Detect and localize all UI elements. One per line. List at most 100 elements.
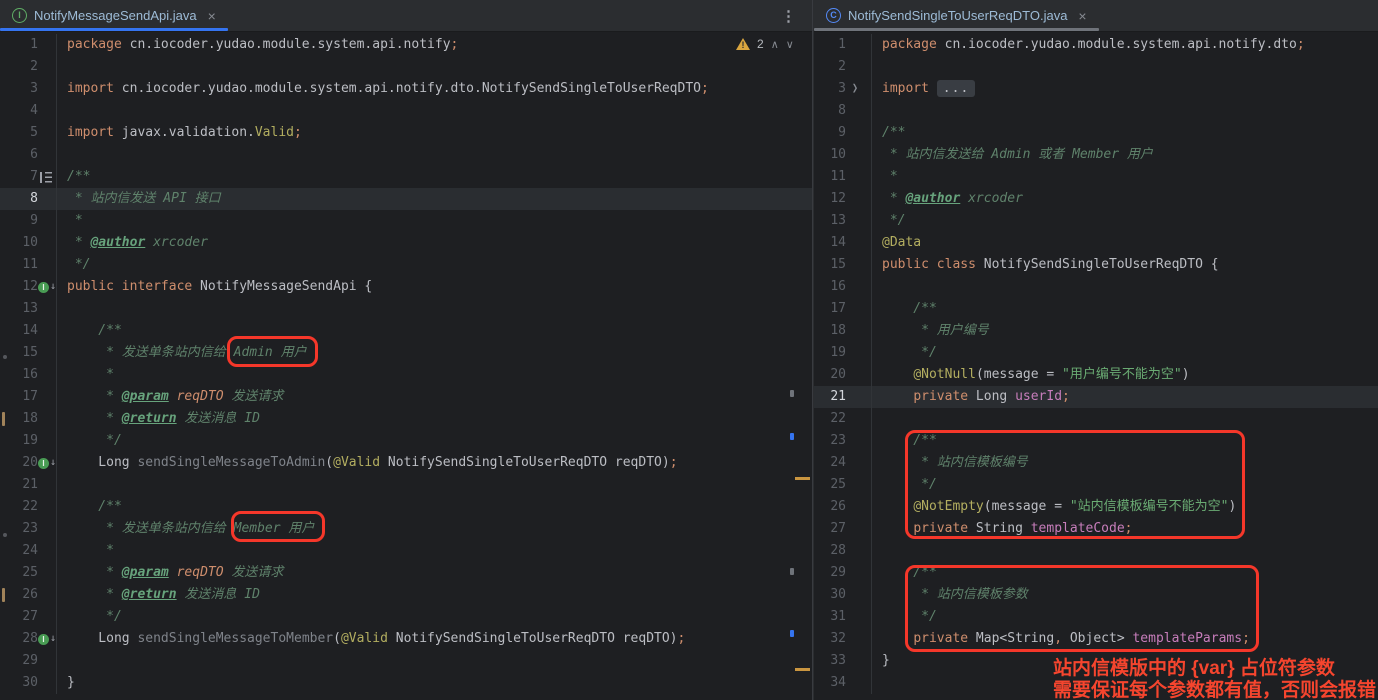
- close-icon[interactable]: ×: [208, 9, 216, 23]
- stripe-mark-gray[interactable]: [790, 568, 794, 575]
- code-line[interactable]: 27 */: [0, 606, 812, 628]
- gutter: [38, 474, 57, 496]
- code-line[interactable]: 15public class NotifySendSingleToUserReq…: [814, 254, 1378, 276]
- code-line[interactable]: 4: [0, 100, 812, 122]
- code-text: [57, 298, 67, 320]
- code-line[interactable]: 3import cn.iocoder.yudao.module.system.a…: [0, 78, 812, 100]
- more-options-icon[interactable]: ⋮: [781, 0, 796, 32]
- code-text: /**: [57, 166, 90, 188]
- class-icon: C: [826, 8, 841, 23]
- code-line[interactable]: 17 /**: [814, 298, 1378, 320]
- code-line[interactable]: 23 * 发送单条站内信给 Member 用户: [0, 518, 812, 540]
- has-implementations-icon[interactable]: I↓: [38, 282, 56, 293]
- line-number: 21: [814, 386, 846, 408]
- code-line[interactable]: 28I↓ Long sendSingleMessageToMember(@Val…: [0, 628, 812, 650]
- code-line[interactable]: 8 * 站内信发送 API 接口: [0, 188, 812, 210]
- code-line[interactable]: 11 *: [814, 166, 1378, 188]
- code-line[interactable]: 7/**: [0, 166, 812, 188]
- fold-arrow-icon[interactable]: ❯: [852, 76, 858, 102]
- code-line[interactable]: 24 * 站内信模板编号: [814, 452, 1378, 474]
- code-line[interactable]: 28: [814, 540, 1378, 562]
- code-line[interactable]: 17 * @param reqDTO 发送请求: [0, 386, 812, 408]
- code-line[interactable]: 18 * @return 发送消息 ID: [0, 408, 812, 430]
- code-line[interactable]: 25 */: [814, 474, 1378, 496]
- stripe-mark-orange[interactable]: [795, 477, 810, 480]
- code-line[interactable]: 8: [814, 100, 1378, 122]
- code-line[interactable]: 19 */: [814, 342, 1378, 364]
- code-line[interactable]: 30 * 站内信模板参数: [814, 584, 1378, 606]
- code-line[interactable]: 29: [0, 650, 812, 672]
- code-line[interactable]: 29 /**: [814, 562, 1378, 584]
- code-line[interactable]: 9/**: [814, 122, 1378, 144]
- line-number: 32: [814, 628, 846, 650]
- code-text: /**: [872, 122, 905, 144]
- code-line[interactable]: 1package cn.iocoder.yudao.module.system.…: [814, 34, 1378, 56]
- code-editor-right[interactable]: 1package cn.iocoder.yudao.module.system.…: [814, 33, 1378, 700]
- code-line[interactable]: 10 * @author xrcoder: [0, 232, 812, 254]
- code-line[interactable]: 31 */: [814, 606, 1378, 628]
- stripe-mark-blue[interactable]: [790, 433, 794, 440]
- annotation-note-line2: 需要保证每个参数都有值，否则会报错: [1053, 680, 1376, 700]
- code-line[interactable]: 13 */: [814, 210, 1378, 232]
- line-number: 26: [814, 496, 846, 518]
- has-implementations-icon[interactable]: I↓: [38, 458, 56, 469]
- code-line[interactable]: 3❯import ...: [814, 78, 1378, 100]
- render-doc-icon[interactable]: [40, 172, 52, 183]
- tabbar-left: I NotifyMessageSendApi.java × ⋮: [0, 0, 812, 32]
- folded-imports[interactable]: ...: [937, 80, 975, 97]
- code-line[interactable]: 11 */: [0, 254, 812, 276]
- line-number: 27: [0, 606, 38, 628]
- close-icon[interactable]: ×: [1078, 9, 1086, 23]
- code-line[interactable]: 24 *: [0, 540, 812, 562]
- code-text: */: [872, 210, 905, 232]
- stripe-mark-orange[interactable]: [795, 668, 810, 671]
- code-line[interactable]: 23 /**: [814, 430, 1378, 452]
- code-line[interactable]: 32 private Map<String, Object> templateP…: [814, 628, 1378, 650]
- code-line[interactable]: 12I↓public interface NotifyMessageSendAp…: [0, 276, 812, 298]
- chevron-up-icon[interactable]: ∧: [771, 38, 779, 51]
- code-line[interactable]: 2: [814, 56, 1378, 78]
- code-line[interactable]: 14@Data: [814, 232, 1378, 254]
- code-text: [57, 56, 67, 78]
- code-line[interactable]: 10 * 站内信发送给 Admin 或者 Member 用户: [814, 144, 1378, 166]
- code-line[interactable]: 26 @NotEmpty(message = "站内信模板编号不能为空"): [814, 496, 1378, 518]
- code-line[interactable]: 2: [0, 56, 812, 78]
- code-line[interactable]: 21 private Long userId;: [814, 386, 1378, 408]
- code-line[interactable]: 16: [814, 276, 1378, 298]
- code-line[interactable]: 15 * 发送单条站内信给 Admin 用户: [0, 342, 812, 364]
- code-line[interactable]: 18 * 用户编号: [814, 320, 1378, 342]
- code-line[interactable]: 13: [0, 298, 812, 320]
- code-line[interactable]: 26 * @return 发送消息 ID: [0, 584, 812, 606]
- stripe-mark-gray[interactable]: [790, 390, 794, 397]
- code-line[interactable]: 14 /**: [0, 320, 812, 342]
- code-line[interactable]: 22: [814, 408, 1378, 430]
- inspection-widget[interactable]: ! 2 ∧ ∨: [736, 37, 794, 51]
- code-editor-left[interactable]: 1package cn.iocoder.yudao.module.system.…: [0, 33, 812, 700]
- tab-notify-message-send-api[interactable]: I NotifyMessageSendApi.java ×: [0, 0, 228, 31]
- gutter: [38, 584, 57, 606]
- code-line[interactable]: 22 /**: [0, 496, 812, 518]
- code-line[interactable]: 27 private String templateCode;: [814, 518, 1378, 540]
- chevron-down-icon[interactable]: ∨: [786, 38, 794, 51]
- line-number: 29: [814, 562, 846, 584]
- code-line[interactable]: 5import javax.validation.Valid;: [0, 122, 812, 144]
- code-line[interactable]: 20I↓ Long sendSingleMessageToAdmin(@Vali…: [0, 452, 812, 474]
- code-line[interactable]: 20 @NotNull(message = "用户编号不能为空"): [814, 364, 1378, 386]
- code-line[interactable]: 19 */: [0, 430, 812, 452]
- code-line[interactable]: 25 * @param reqDTO 发送请求: [0, 562, 812, 584]
- code-line[interactable]: 16 *: [0, 364, 812, 386]
- code-line[interactable]: 21: [0, 474, 812, 496]
- tab-notify-send-single-to-user-req-dto[interactable]: C NotifySendSingleToUserReqDTO.java ×: [814, 0, 1099, 31]
- gutter: [846, 232, 872, 254]
- code-line[interactable]: 1package cn.iocoder.yudao.module.system.…: [0, 34, 812, 56]
- code-line[interactable]: 12 * @author xrcoder: [814, 188, 1378, 210]
- code-line[interactable]: 9 *: [0, 210, 812, 232]
- code-line[interactable]: 30}: [0, 672, 812, 694]
- code-text: [57, 144, 67, 166]
- has-implementations-icon[interactable]: I↓: [38, 634, 56, 645]
- code-line[interactable]: 6: [0, 144, 812, 166]
- line-number: 6: [0, 144, 38, 166]
- stripe-mark-blue[interactable]: [790, 630, 794, 637]
- code-text: * 站内信模板参数: [872, 584, 1028, 606]
- gutter: [38, 144, 57, 166]
